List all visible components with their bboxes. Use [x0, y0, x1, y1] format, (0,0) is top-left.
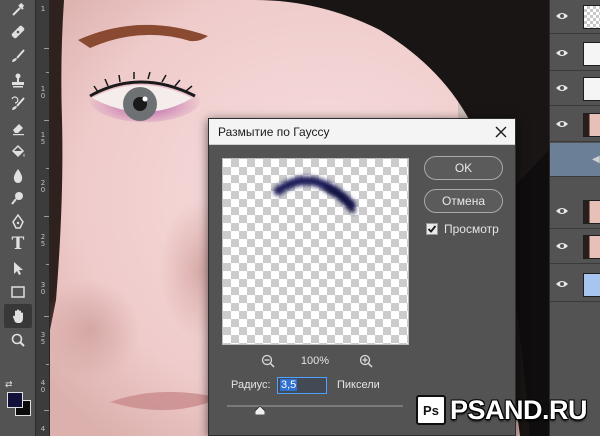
layer-row-selected[interactable]: ◀ — [550, 143, 600, 177]
photoshop-window: T ⇄ 1 10 15 20 25 30 35 40 4 ◀ Размытие … — [0, 0, 600, 436]
ruler-label: 30 — [40, 281, 46, 296]
blurred-stroke-preview — [273, 176, 356, 214]
layer-thumbnail — [583, 235, 600, 259]
preview-checkbox[interactable] — [426, 223, 438, 235]
ruler-tick — [44, 48, 49, 49]
tools-panel: T ⇄ — [0, 0, 36, 436]
brush-icon[interactable] — [4, 44, 32, 68]
layer-thumbnail — [583, 77, 600, 101]
path-selection-icon[interactable] — [4, 256, 32, 280]
ok-button[interactable]: OK — [424, 156, 503, 180]
ruler-label: 35 — [40, 331, 46, 346]
ruler-tick — [46, 168, 49, 169]
ruler-tick — [46, 72, 49, 73]
radius-unit: Пиксели — [337, 379, 380, 391]
watermark-text: PSAND.RU — [450, 394, 588, 425]
eye-icon[interactable] — [555, 119, 569, 129]
zoom-controls: 100% — [259, 352, 379, 370]
type-icon[interactable]: T — [4, 232, 32, 256]
preview-area[interactable] — [222, 158, 409, 345]
layer-row[interactable] — [550, 37, 600, 71]
layer-thumbnail — [583, 273, 600, 297]
ruler-tick — [44, 316, 49, 317]
pen-icon[interactable] — [4, 210, 32, 234]
ruler-label: 20 — [40, 179, 46, 194]
clone-stamp-icon[interactable] — [4, 68, 32, 92]
ruler-label: 10 — [40, 85, 46, 100]
close-button[interactable] — [490, 121, 512, 143]
radius-value: 3,5 — [280, 379, 298, 391]
eye-icon[interactable] — [555, 83, 569, 93]
layer-row[interactable] — [550, 108, 600, 142]
zoom-level: 100% — [300, 355, 330, 367]
checkmark-icon — [427, 225, 437, 233]
vertical-ruler: 1 10 15 20 25 30 35 40 4 — [36, 0, 50, 436]
radius-label: Радиус: — [231, 379, 271, 391]
layer-thumbnail — [583, 200, 600, 224]
layer-thumbnail — [583, 5, 600, 29]
layers-panel: ◀ — [549, 0, 600, 436]
zoom-icon[interactable] — [4, 328, 32, 352]
healing-brush-icon[interactable] — [4, 20, 32, 44]
zoom-in-icon[interactable] — [359, 354, 373, 368]
radius-input[interactable]: 3,5 — [277, 377, 327, 394]
ruler-tick — [46, 264, 49, 265]
ruler-tick — [44, 120, 49, 121]
site-watermark: Ps PSAND.RU — [416, 390, 596, 430]
layer-row[interactable] — [550, 230, 600, 264]
swap-colors-icon[interactable]: ⇄ — [5, 380, 13, 390]
layer-thumbnail — [583, 113, 600, 137]
ruler-label: 40 — [40, 379, 46, 394]
eye-icon[interactable] — [555, 279, 569, 289]
dialog-titlebar[interactable]: Размытие по Гауссу — [209, 119, 515, 145]
layer-row[interactable] — [550, 195, 600, 229]
eyedropper-icon[interactable] — [4, 0, 32, 22]
rectangle-icon[interactable] — [4, 280, 32, 304]
layer-thumbnail — [583, 42, 600, 66]
eye-icon[interactable] — [555, 11, 569, 21]
ruler-label: 1 — [40, 5, 46, 13]
cancel-button[interactable]: Отмена — [424, 189, 503, 213]
layer-row[interactable] — [550, 0, 600, 34]
ps-logo: Ps — [416, 395, 446, 425]
eye-icon[interactable] — [555, 48, 569, 58]
ruler-label: 15 — [40, 131, 46, 146]
ruler-tick — [44, 216, 49, 217]
history-brush-icon[interactable] — [4, 92, 32, 116]
layer-row[interactable] — [550, 72, 600, 106]
preview-label: Просмотр — [444, 222, 499, 236]
blur-icon[interactable] — [4, 164, 32, 188]
dialog-title: Размытие по Гауссу — [218, 125, 330, 139]
radius-slider-thumb[interactable] — [255, 406, 265, 415]
radius-row: Радиус: 3,5 Пиксели — [231, 377, 431, 395]
color-swatches[interactable]: ⇄ — [3, 378, 33, 422]
ruler-tick — [46, 364, 49, 365]
dodge-icon[interactable] — [4, 186, 32, 210]
eye-icon[interactable] — [555, 206, 569, 216]
layer-row[interactable] — [550, 268, 600, 302]
radius-slider-track[interactable] — [227, 405, 403, 407]
foreground-color-swatch[interactable] — [7, 392, 23, 408]
hand-icon[interactable] — [4, 304, 32, 328]
ruler-label: 4 — [40, 425, 46, 433]
triangle-icon: ◀ — [592, 154, 600, 165]
ruler-label: 25 — [40, 233, 46, 248]
eraser-icon[interactable] — [4, 116, 32, 140]
gaussian-blur-dialog: Размытие по Гауссу OK Отмена Просмотр 10… — [208, 118, 516, 436]
zoom-out-icon[interactable] — [261, 354, 275, 368]
close-icon — [495, 126, 507, 138]
eye-icon[interactable] — [555, 241, 569, 251]
preview-toggle[interactable]: Просмотр — [426, 221, 499, 237]
paint-bucket-icon[interactable] — [4, 140, 32, 164]
ruler-tick — [44, 410, 49, 411]
